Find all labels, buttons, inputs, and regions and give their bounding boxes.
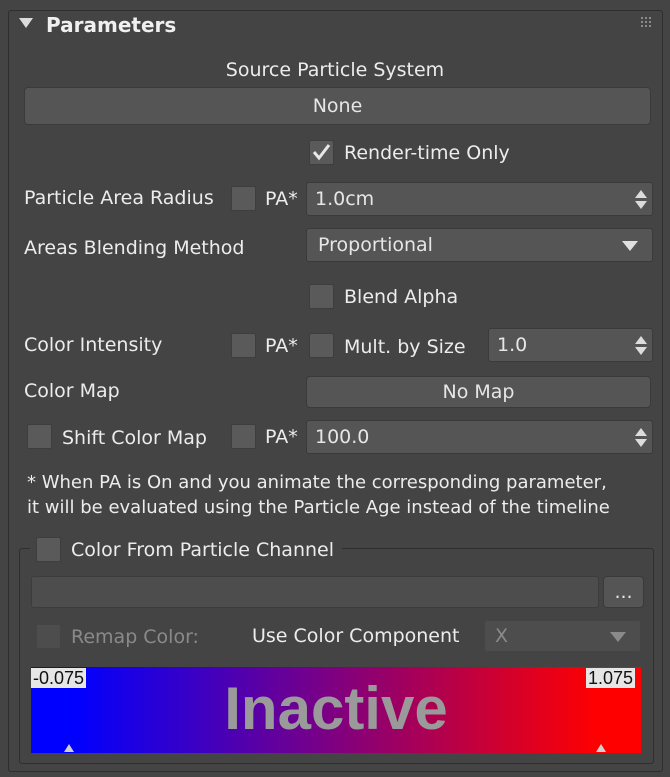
gradient-start-marker-icon[interactable] — [64, 744, 74, 752]
render-time-only-checkbox[interactable] — [309, 140, 334, 165]
pa-note-line-2: it will be evaluated using the Particle … — [27, 497, 610, 518]
shift-color-map-pa-checkbox[interactable] — [231, 424, 256, 449]
color-intensity-label: Color Intensity — [24, 334, 163, 356]
areas-blending-method-value[interactable]: Proportional — [318, 234, 433, 256]
chevron-down-icon[interactable] — [610, 632, 626, 642]
rollout-title[interactable]: Parameters — [46, 13, 176, 37]
color-from-particle-channel-checkbox[interactable] — [36, 537, 61, 562]
color-component-value[interactable]: X — [495, 625, 508, 647]
gradient-max-value: 1.075 — [586, 668, 636, 688]
particle-area-radius-value[interactable]: 1.0cm — [315, 188, 374, 210]
blend-alpha-label[interactable]: Blend Alpha — [344, 285, 458, 309]
chevron-down-icon[interactable] — [622, 241, 638, 251]
channel-name-input[interactable] — [31, 576, 599, 608]
pa-note-line-1: * When PA is On and you animate the corr… — [27, 472, 607, 493]
particle-area-radius-pa-label[interactable]: PA* — [265, 187, 299, 211]
mult-by-size-checkbox[interactable] — [309, 333, 334, 358]
checkmark-icon — [312, 144, 331, 161]
shift-color-map-pa-label[interactable]: PA* — [265, 425, 299, 449]
color-from-particle-channel-label[interactable]: Color From Particle Channel — [71, 538, 334, 562]
use-color-component-label: Use Color Component — [252, 625, 460, 647]
blend-alpha-checkbox[interactable] — [309, 284, 334, 309]
mult-by-size-label[interactable]: Mult. by Size — [344, 335, 466, 359]
render-time-only-label[interactable]: Render-time Only — [344, 141, 510, 165]
collapse-arrow-icon[interactable] — [19, 18, 33, 28]
color-component-dropdown[interactable]: X — [484, 620, 641, 652]
shift-color-map-checkbox[interactable] — [27, 424, 52, 449]
color-gradient-bar[interactable]: Inactive — [31, 667, 641, 753]
shift-color-map-value[interactable]: 100.0 — [315, 426, 369, 448]
remap-color-checkbox[interactable] — [36, 624, 61, 649]
gradient-status-text: Inactive — [224, 675, 448, 742]
particle-area-radius-pa-checkbox[interactable] — [231, 186, 256, 211]
color-map-button[interactable]: No Map — [306, 376, 651, 408]
color-map-label: Color Map — [24, 380, 120, 402]
particle-area-radius-spinner[interactable]: 1.0cm — [306, 182, 653, 216]
source-particle-system-button[interactable]: None — [24, 87, 651, 125]
areas-blending-method-label: Areas Blending Method — [24, 237, 245, 259]
spinner-arrows-icon[interactable] — [634, 421, 648, 453]
areas-blending-method-dropdown[interactable]: Proportional — [306, 228, 653, 262]
shift-color-map-label[interactable]: Shift Color Map — [62, 426, 207, 450]
color-intensity-pa-label[interactable]: PA* — [265, 334, 299, 358]
source-particle-system-label: Source Particle System — [225, 59, 445, 81]
channel-browse-button[interactable]: ... — [603, 576, 644, 608]
gradient-min-value: -0.075 — [31, 668, 87, 688]
spinner-arrows-icon[interactable] — [634, 183, 648, 215]
particle-area-radius-label: Particle Area Radius — [24, 187, 214, 209]
spinner-arrows-icon[interactable] — [634, 329, 648, 361]
color-intensity-pa-checkbox[interactable] — [231, 333, 256, 358]
color-intensity-spinner[interactable]: 1.0 — [488, 328, 653, 362]
remap-color-label[interactable]: Remap Color: — [71, 625, 199, 649]
drag-handle-icon[interactable] — [641, 17, 653, 29]
color-intensity-value[interactable]: 1.0 — [497, 334, 527, 356]
shift-color-map-spinner[interactable]: 100.0 — [306, 420, 653, 454]
gradient-end-marker-icon[interactable] — [596, 744, 606, 752]
